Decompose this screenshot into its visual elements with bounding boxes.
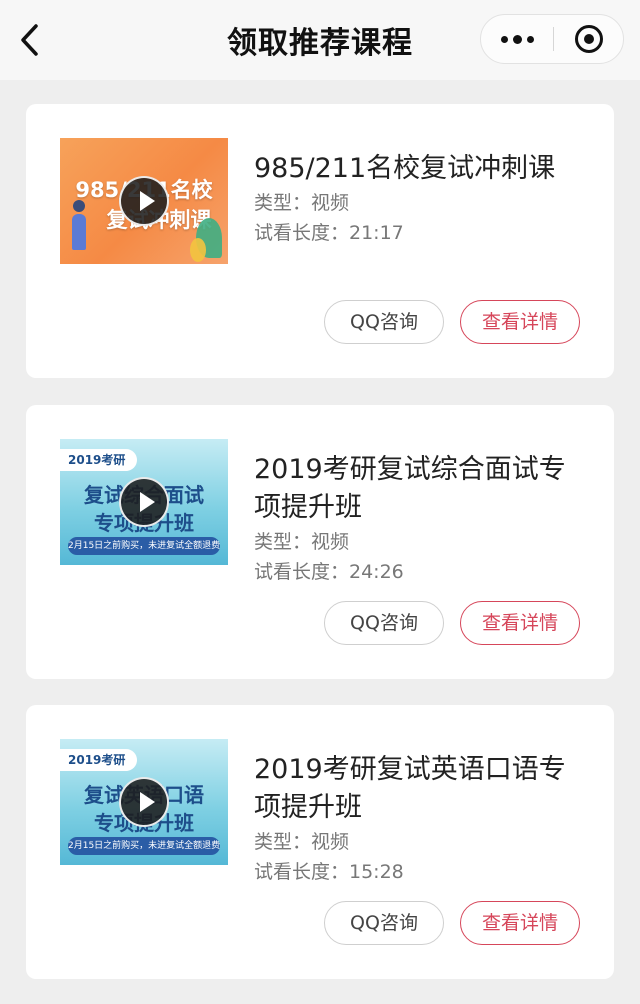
qq-consult-button[interactable]: QQ咨询 — [324, 901, 444, 945]
course-card: 2019考研 复试英语口语 专项提升班 2月15日之前购买，未进复试全额退费 2… — [26, 705, 614, 979]
course-card: 985/211名校 复试冲刺课 985/211名校复试冲刺课 类型：视频 试看长… — [26, 104, 614, 378]
mini-program-capsule — [480, 14, 624, 64]
play-icon[interactable] — [119, 777, 169, 827]
illustration-person — [72, 200, 86, 250]
target-circle-icon — [575, 25, 603, 53]
thumbnail-promo-strip: 2月15日之前购买，未进复试全额退费 — [68, 837, 220, 855]
course-type: 类型：视频 — [254, 831, 350, 853]
qq-consult-button[interactable]: QQ咨询 — [324, 300, 444, 344]
qq-consult-button[interactable]: QQ咨询 — [324, 601, 444, 645]
illustration-leaf — [190, 238, 206, 262]
course-type: 类型：视频 — [254, 192, 350, 214]
course-card: 2019考研 复试综合面试 专项提升班 2月15日之前购买，未进复试全额退费 2… — [26, 405, 614, 679]
preview-duration: 试看长度：24:26 — [254, 561, 404, 583]
course-info: 2019考研复试英语口语专项提升班 类型：视频 试看长度：15:28 — [254, 751, 584, 887]
course-title: 2019考研复试英语口语专项提升班 — [254, 754, 566, 823]
close-mini-program-button[interactable] — [554, 15, 624, 63]
thumbnail-promo-strip: 2月15日之前购买，未进复试全额退费 — [68, 537, 220, 555]
view-details-button[interactable]: 查看详情 — [460, 601, 580, 645]
navigation-bar: 领取推荐课程 — [0, 0, 640, 80]
course-thumbnail[interactable]: 2019考研 复试英语口语 专项提升班 2月15日之前购买，未进复试全额退费 — [60, 739, 228, 865]
preview-duration: 试看长度：15:28 — [254, 861, 404, 883]
preview-duration: 试看长度：21:17 — [254, 222, 404, 244]
view-details-button[interactable]: 查看详情 — [460, 901, 580, 945]
course-info: 2019考研复试综合面试专项提升班 类型：视频 试看长度：24:26 — [254, 451, 584, 587]
thumbnail-badge: 2019考研 — [60, 449, 138, 471]
more-dots-icon[interactable] — [481, 15, 553, 63]
course-thumbnail[interactable]: 2019考研 复试综合面试 专项提升班 2月15日之前购买，未进复试全额退费 — [60, 439, 228, 565]
view-details-button[interactable]: 查看详情 — [460, 300, 580, 344]
course-title: 2019考研复试综合面试专项提升班 — [254, 454, 566, 523]
course-thumbnail[interactable]: 985/211名校 复试冲刺课 — [60, 138, 228, 264]
course-info: 985/211名校复试冲刺课 类型：视频 试看长度：21:17 — [254, 150, 584, 248]
course-type: 类型：视频 — [254, 531, 350, 553]
thumbnail-badge: 2019考研 — [60, 749, 138, 771]
course-title: 985/211名校复试冲刺课 — [254, 153, 556, 184]
play-icon[interactable] — [119, 477, 169, 527]
play-icon[interactable] — [119, 176, 169, 226]
